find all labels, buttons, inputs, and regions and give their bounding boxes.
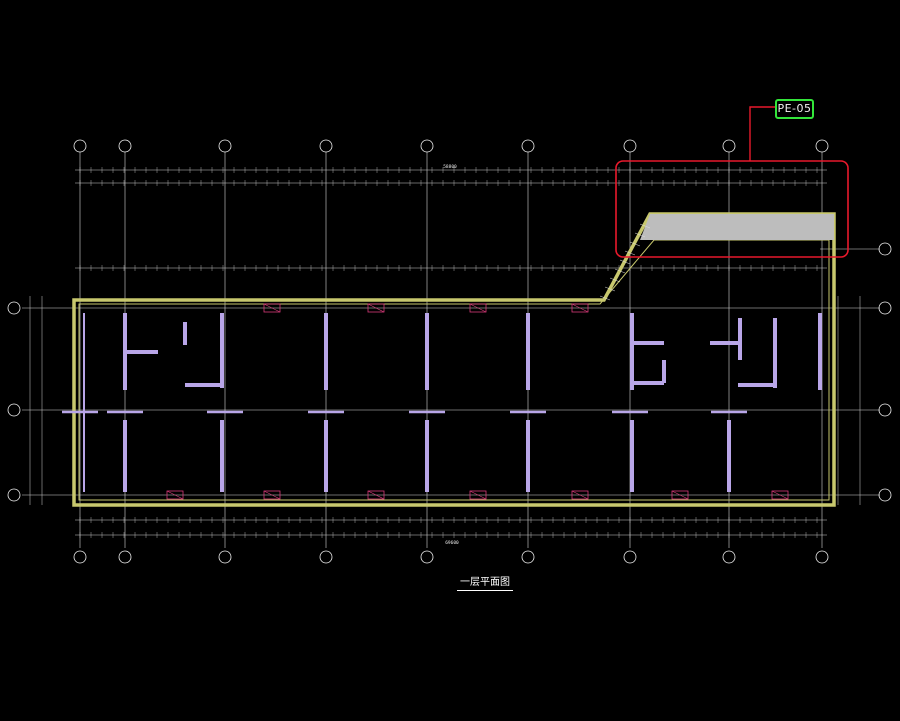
axis-bubble-right [878, 488, 892, 502]
roof-slab [640, 214, 834, 240]
axis-bubble-top [623, 139, 637, 153]
axis-bubble-bottom [118, 550, 132, 564]
axis-bubble-bottom [319, 550, 333, 564]
axis-bubble-top [722, 139, 736, 153]
axis-bubble-bottom [623, 550, 637, 564]
axis-bubble-top [218, 139, 232, 153]
axis-bubble-bottom [420, 550, 434, 564]
axis-bubble-bottom [521, 550, 535, 564]
axis-bubble-right [878, 403, 892, 417]
column-marks [166, 303, 789, 500]
callout-tag[interactable]: PE-05 [775, 99, 814, 119]
interior-partitions [62, 313, 822, 492]
overall-dimension-top: 58800 [443, 164, 457, 170]
overall-dimension-bottom: 69600 [445, 540, 459, 546]
axis-bubble-top [521, 139, 535, 153]
callout-leader [749, 106, 775, 161]
axis-bubble-right [878, 242, 892, 256]
axis-bubble-top [73, 139, 87, 153]
drawing-title: 一层平面图 [457, 576, 513, 591]
exterior-wall-inner [78, 239, 830, 501]
axis-bubble-bottom [218, 550, 232, 564]
axis-bubble-left [7, 301, 21, 315]
floor-plan-drawing: 58800 69600 [7, 106, 892, 564]
callout-box [615, 160, 849, 258]
axis-bubble-top [420, 139, 434, 153]
axis-bubble-left [7, 403, 21, 417]
axis-bubble-bottom [73, 550, 87, 564]
axis-bubble-bottom [815, 550, 829, 564]
axis-bubble-top [118, 139, 132, 153]
axis-bubble-left [7, 488, 21, 502]
axis-bubble-bottom [722, 550, 736, 564]
axis-bubble-top [815, 139, 829, 153]
axis-bubble-right [878, 301, 892, 315]
axis-bubble-top [319, 139, 333, 153]
